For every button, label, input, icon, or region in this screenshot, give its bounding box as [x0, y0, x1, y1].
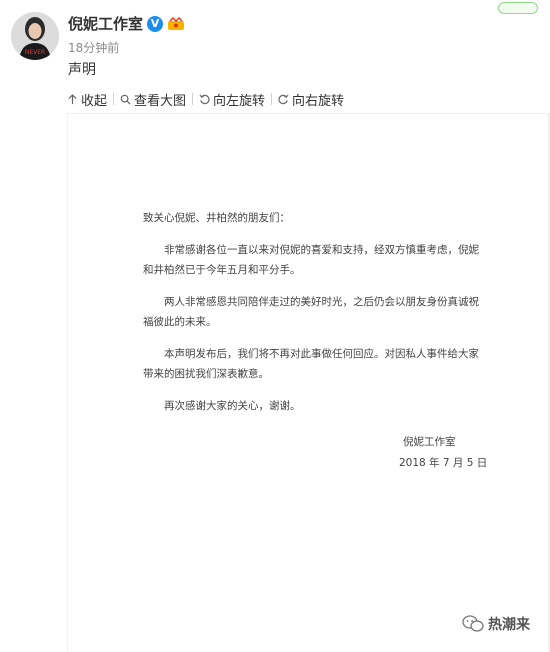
post-timestamp[interactable]: 18分钟前	[68, 39, 119, 56]
image-toolbar: 收起 查看大图 向左旋转 向右旋转	[67, 90, 550, 109]
rotate-left-label: 向左旋转	[213, 93, 266, 109]
avatar-shirt-text: NEVER	[25, 49, 45, 56]
rotate-left-button[interactable]: 向左旋转	[193, 90, 271, 109]
weibo-post-header: NEVER 倪妮工作室 V 18分钟前 声明	[0, 0, 550, 88]
magnifier-icon	[120, 94, 131, 105]
collapse-label: 收起	[81, 93, 108, 109]
avatar[interactable]: NEVER	[11, 12, 59, 60]
rotate-right-icon	[278, 94, 289, 104]
rotate-left-icon	[199, 94, 210, 104]
collapse-button[interactable]: 收起	[67, 90, 113, 109]
statement-salutation: 致关心倪妮、井柏然的朋友们：	[143, 212, 290, 224]
statement-body: 致关心倪妮、井柏然的朋友们： 非常感谢各位一直以来对倪妮的喜爱和支持，经双方慎重…	[143, 208, 483, 428]
rotate-right-label: 向右旋转	[292, 93, 345, 109]
avatar-image-icon: NEVER	[11, 12, 59, 60]
statement-paragraph: 再次感谢大家的关心，谢谢。	[164, 400, 301, 412]
statement-document: 致关心倪妮、井柏然的朋友们： 非常感谢各位一直以来对倪妮的喜爱和支持，经双方慎重…	[68, 114, 548, 652]
statement-paragraph: 非常感谢各位一直以来对倪妮的喜爱和支持，经双方慎重考虑，倪妮和井柏然已于今年五月…	[143, 244, 479, 276]
wechat-icon	[462, 615, 484, 632]
statement-date: 2018 年 7 月 5 日	[399, 457, 488, 469]
statement-signature: 倪妮工作室	[403, 436, 456, 448]
statement-paragraph: 两人非常感恩共同陪伴走过的美好时光，之后仍会以朋友身份真诚祝福彼此的未来。	[143, 296, 479, 328]
statement-paragraph: 本声明发布后，我们将不再对此事做任何回应。对因私人事件给大家带来的困扰我们深表歉…	[143, 348, 479, 380]
view-large-label: 查看大图	[134, 93, 187, 109]
watermark-text: 热潮来	[488, 617, 530, 633]
username: 倪妮工作室 V	[68, 13, 185, 34]
rotate-right-button[interactable]: 向右旋转	[272, 90, 350, 109]
post-image[interactable]: 致关心倪妮、井柏然的朋友们： 非常感谢各位一直以来对倪妮的喜爱和支持，经双方慎重…	[67, 113, 550, 652]
watermark: 热潮来	[462, 614, 530, 634]
post-text: 声明	[68, 62, 96, 78]
arrow-up-icon	[68, 93, 77, 104]
verified-badge-icon: V	[147, 15, 164, 32]
username-text[interactable]: 倪妮工作室	[68, 13, 143, 34]
view-large-button[interactable]: 查看大图	[114, 90, 192, 109]
vip-crown-icon	[167, 16, 185, 32]
